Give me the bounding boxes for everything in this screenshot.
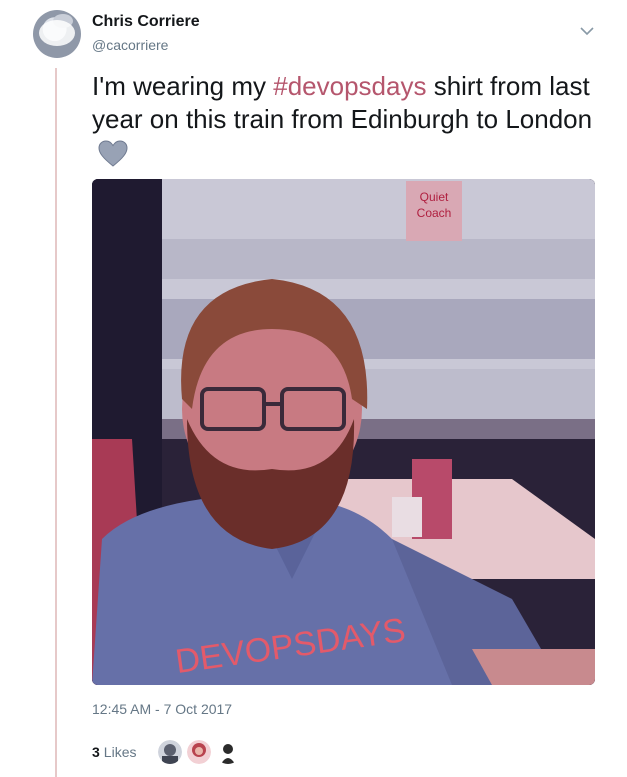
user-handle[interactable]: @cacorriere (92, 37, 168, 53)
svg-text:Coach: Coach (417, 206, 452, 220)
hashtag-link[interactable]: #devopsdays (273, 71, 426, 101)
liker-avatar[interactable] (187, 740, 211, 764)
tweet-photo[interactable]: Quiet Coach DEVOPSDAYS (92, 179, 595, 685)
likers-avatars (158, 740, 240, 764)
chevron-down-icon[interactable] (578, 22, 596, 40)
thread-line (55, 68, 57, 777)
likes-count: 3 (92, 744, 100, 760)
user-name[interactable]: Chris Corriere (92, 13, 200, 31)
likes-stat[interactable]: 3 Likes (92, 744, 136, 760)
tweet-timestamp[interactable]: 12:45 AM - 7 Oct 2017 (92, 701, 232, 717)
grey-heart-icon (98, 140, 128, 168)
liker-avatar[interactable] (216, 740, 240, 764)
tweet-text-before: I'm wearing my (92, 71, 274, 101)
liker-avatar[interactable] (158, 740, 182, 764)
likes-label: Likes (103, 744, 137, 760)
svg-text:Quiet: Quiet (420, 190, 449, 204)
tweet-text: I'm wearing my #devopsdays shirt from la… (92, 70, 602, 169)
avatar[interactable] (33, 10, 81, 58)
